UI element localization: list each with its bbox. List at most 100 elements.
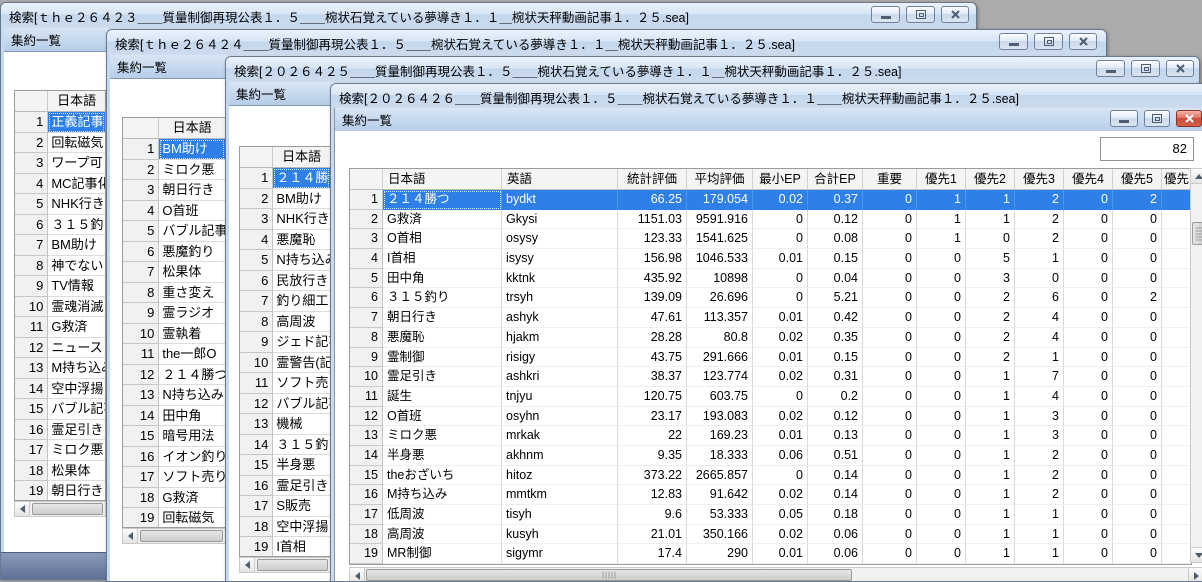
table-horizontal-scrollbar[interactable]	[349, 567, 1202, 581]
table-row[interactable]: 14 半身悪 akhnm 9.35 18.333 0.06 0.51 0 0 1	[350, 445, 1191, 466]
list-item[interactable]: 3 NHK行き	[240, 209, 330, 230]
column-header-important[interactable]: 重要	[863, 169, 917, 190]
list-item[interactable]: 7 釣り細工	[240, 291, 330, 312]
list-item[interactable]: 1 正義記事	[15, 112, 105, 133]
scrollbar-thumb[interactable]	[257, 559, 328, 571]
table-row[interactable]: 6 ３１５釣り trsyh 139.09 26.696 0 5.21 0 0 2	[350, 288, 1191, 309]
list-item[interactable]: 18 松果体	[15, 460, 105, 481]
column-header-english[interactable]: 英語	[502, 169, 618, 190]
list-item[interactable]: 6 悪魔釣り	[123, 241, 225, 262]
list-item[interactable]: 11 G救済	[15, 317, 105, 338]
list-item[interactable]: 8 神でない	[15, 255, 105, 276]
table-row[interactable]: 16 M持ち込み mmtkm 12.83 91.642 0.02 0.14 0 …	[350, 485, 1191, 505]
column-header-priority3[interactable]: 優先3	[1015, 169, 1064, 190]
list-item[interactable]: 11 ソフト売り	[240, 373, 330, 394]
column-header-avg[interactable]: 平均評価	[687, 169, 753, 190]
scrollbar-thumb[interactable]	[140, 530, 223, 542]
child-close-button[interactable]	[1176, 110, 1202, 127]
list-item[interactable]: 6 民放行き	[240, 270, 330, 291]
count-field[interactable]: 82	[1100, 137, 1194, 161]
list-item[interactable]: 11 the一郎O	[123, 344, 225, 365]
column-header-sum-ep[interactable]: 合計EP	[808, 169, 863, 190]
list-item[interactable]: 9 TV情報	[15, 276, 105, 297]
list-item[interactable]: 14 ３１５釣り	[240, 434, 330, 455]
scroll-left-button[interactable]	[240, 558, 255, 572]
table-row[interactable]: 10 霊足引き ashkri 38.37 123.774 0.02 0.31 0…	[350, 367, 1191, 387]
list-item[interactable]: 1 ２１４勝つ	[240, 168, 330, 189]
list-item[interactable]: 17 ミロク悪	[15, 440, 105, 461]
column-header-min-ep[interactable]: 最小EP	[753, 169, 808, 190]
list-item[interactable]: 5 N持ち込み	[240, 250, 330, 271]
list-item[interactable]: 17 ソフト売り	[123, 467, 225, 488]
list-item[interactable]: 15 バブル記事	[15, 399, 105, 420]
list-item[interactable]: 4 悪魔恥	[240, 229, 330, 250]
column-header-priority6-clipped[interactable]: 優先	[1162, 169, 1191, 190]
list-item[interactable]: 14 田中角	[123, 405, 225, 426]
list-item[interactable]: 13 N持ち込み	[123, 385, 225, 406]
table-row[interactable]: 3 O首相 osysy 123.33 1541.625 0 0.08 0 1 0	[350, 229, 1191, 250]
column-header-priority4[interactable]: 優先4	[1064, 169, 1113, 190]
list-item[interactable]: 3 ワープ可	[15, 153, 105, 174]
list-item[interactable]: 10 霊執着	[123, 323, 225, 344]
close-button[interactable]	[1166, 60, 1194, 77]
close-button[interactable]	[941, 6, 969, 23]
titlebar[interactable]: 検索[ｔｈｅ２６４２４＿＿質量制御再現公表１．５＿＿椀状石覚えている夢導き１．１…	[107, 30, 1106, 56]
scroll-left-button[interactable]	[15, 502, 30, 516]
scrollbar-track[interactable]	[365, 568, 1188, 581]
titlebar[interactable]: 検索[２０２６４２５＿＿質量制御再現公表１．５＿＿椀状石覚えている夢導き１．１＿…	[226, 57, 1199, 83]
table-row[interactable]: 5 田中角 kktnk 435.92 10898 0 0.04 0 0 3 0	[350, 268, 1191, 289]
close-button[interactable]	[1069, 33, 1097, 50]
child-minimize-button[interactable]	[1110, 110, 1138, 127]
list-item[interactable]: 2 ミロク悪	[123, 159, 225, 180]
list-item[interactable]: 18 G救済	[123, 487, 225, 508]
list-horizontal-scrollbar[interactable]	[14, 501, 106, 517]
scroll-left-button[interactable]	[350, 568, 365, 581]
maximize-button[interactable]	[906, 6, 935, 23]
list-item[interactable]: 6 ３１５釣り	[15, 214, 105, 235]
list-item[interactable]: 17 S販売	[240, 496, 330, 517]
list-item[interactable]: 4 MC記事化	[15, 173, 105, 194]
list-item[interactable]: 13 機械	[240, 414, 330, 435]
table-vertical-scrollbar[interactable]	[1190, 168, 1202, 563]
child-maximize-button[interactable]	[1144, 110, 1170, 127]
list-item[interactable]: 18 空中浮揚	[240, 516, 330, 537]
table-row[interactable]: 13 ミロク悪 mrkak 22 169.23 0.01 0.13 0 0 1	[350, 426, 1191, 446]
table-row[interactable]: 2 G救済 Gkysi 1151.03 9591.916 0 0.12 0 1 …	[350, 209, 1191, 230]
list-item[interactable]: 19 I首相	[240, 537, 330, 556]
titlebar[interactable]: 検索[ｔｈｅ２６４２３＿＿質量制御再現公表１．５＿＿椀状石覚えている夢導き１．１…	[1, 3, 976, 29]
scrollbar-thumb[interactable]	[366, 569, 852, 581]
list-item[interactable]: 8 高周波	[240, 311, 330, 332]
list-item[interactable]: 12 ２１４勝つ	[123, 364, 225, 385]
list-item[interactable]: 9 霊ラジオ	[123, 303, 225, 324]
column-header-priority5[interactable]: 優先5	[1113, 169, 1162, 190]
minimize-button[interactable]	[871, 6, 900, 23]
table-row[interactable]: 1 ２１４勝つ bydkt 66.25 179.054 0.02 0.37 0 …	[350, 190, 1191, 210]
list-item[interactable]: 15 暗号用法	[123, 426, 225, 447]
table-row[interactable]: 11 誕生 tnjyu 120.75 603.75 0 0.2 0 0 1 4	[350, 386, 1191, 407]
column-header-priority1[interactable]: 優先1	[917, 169, 966, 190]
list-item[interactable]: 1 BM助け	[123, 139, 225, 160]
scrollbar-thumb[interactable]	[1192, 222, 1202, 245]
column-header-stat[interactable]: 統計評価	[618, 169, 687, 190]
table-row[interactable]: 4 I首相 isysy 156.98 1046.533 0.01 0.15 0 …	[350, 249, 1191, 269]
list-item[interactable]: 19 回転磁気	[123, 508, 225, 527]
scroll-right-button[interactable]	[1188, 568, 1202, 581]
table-row[interactable]: 12 O首班 osyhn 23.17 193.083 0.02 0.12 0 0…	[350, 406, 1191, 427]
list-item[interactable]: 5 バブル記事	[123, 221, 225, 242]
table-row[interactable]: 17 低周波 tisyh 9.6 53.333 0.05 0.18 0 0 1	[350, 505, 1191, 525]
list-item[interactable]: 2 BM助け	[240, 188, 330, 209]
list-item[interactable]: 19 朝日行き	[15, 481, 105, 500]
panel-caption[interactable]: 集約一覧	[335, 108, 1202, 132]
scrollbar-track[interactable]	[1191, 184, 1202, 547]
scrollbar-thumb[interactable]	[32, 503, 103, 515]
list-item[interactable]: 8 重さ変え	[123, 282, 225, 303]
list-horizontal-scrollbar[interactable]	[239, 557, 331, 573]
list-item[interactable]: 12 ニュース	[15, 337, 105, 358]
minimize-button[interactable]	[1096, 60, 1125, 77]
minimize-button[interactable]	[999, 33, 1028, 50]
table-row[interactable]: 18 高周波 kusyh 21.01 350.166 0.02 0.06 0 0…	[350, 524, 1191, 545]
scroll-down-button[interactable]	[1191, 547, 1202, 562]
list-item[interactable]: 2 回転磁気	[15, 132, 105, 153]
list-item[interactable]: 7 BM助け	[15, 235, 105, 256]
list-item[interactable]: 13 M持ち込み	[15, 358, 105, 379]
